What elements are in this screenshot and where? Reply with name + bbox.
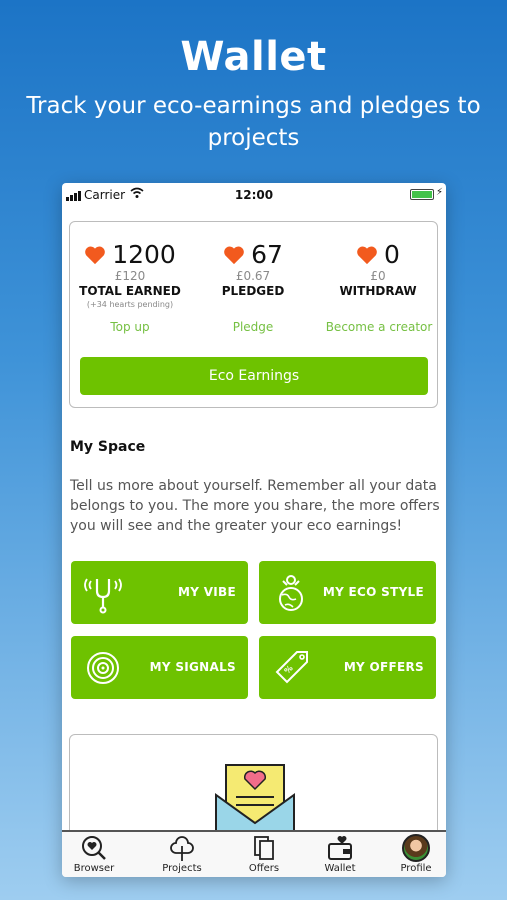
tab-offers[interactable]: Offers — [234, 834, 294, 874]
eco-earnings-button[interactable]: Eco Earnings — [80, 357, 428, 395]
my-space-description: Tell us more about yourself. Remember al… — [70, 478, 440, 534]
my-signals-tile[interactable]: MY SIGNALS — [71, 636, 248, 699]
tab-label: Wallet — [324, 863, 356, 874]
stat-value: 0 — [384, 240, 400, 269]
heart-icon — [357, 246, 377, 264]
tab-browser[interactable]: Browser — [64, 834, 124, 874]
wallet-heart-icon — [328, 836, 352, 860]
stat-label: PLEDGED — [221, 284, 285, 298]
my-vibe-tile[interactable]: MY VIBE — [71, 561, 248, 624]
tile-label: MY ECO STYLE — [322, 585, 424, 599]
stat-total-earned: 1200 £120 TOTAL EARNED (+34 hearts pendi… — [70, 240, 190, 309]
stat-money: £0 — [370, 269, 386, 283]
become-creator-link[interactable]: Become a creator — [320, 320, 438, 334]
promo-card — [69, 734, 438, 844]
my-eco-style-tile[interactable]: MY ECO STYLE — [259, 561, 436, 624]
stat-label: TOTAL EARNED — [79, 284, 181, 298]
tile-label: MY SIGNALS — [149, 660, 236, 674]
status-bar: Carrier 12:00 ⚡ — [62, 183, 446, 207]
battery-icon — [410, 189, 434, 200]
tab-bar: Browser Projects Offers Wallet Profile — [62, 830, 446, 877]
my-offers-tile[interactable]: % MY OFFERS — [259, 636, 436, 699]
heart-icon — [224, 246, 244, 264]
stat-withdraw: 0 £0 WITHDRAW — [318, 240, 438, 298]
top-up-link[interactable]: Top up — [70, 320, 190, 334]
charging-icon: ⚡ — [435, 187, 443, 198]
tab-label: Projects — [162, 863, 202, 874]
signal-rings-icon — [87, 652, 119, 684]
stat-label: WITHDRAW — [339, 284, 417, 298]
hero-subtitle: Track your eco-earnings and pledges to p… — [26, 93, 481, 151]
tile-label: MY OFFERS — [343, 660, 424, 674]
globe-person-icon — [279, 575, 303, 611]
phone-screen: Carrier 12:00 ⚡ 1200 £120 TOTAL EARNED (… — [62, 183, 446, 877]
heart-search-icon — [82, 836, 106, 860]
pledge-link[interactable]: Pledge — [193, 320, 313, 334]
tab-label: Offers — [248, 863, 280, 874]
stat-value: 67 — [251, 240, 283, 269]
tree-icon — [170, 836, 194, 861]
wallet-summary-card: 1200 £120 TOTAL EARNED (+34 hearts pendi… — [69, 221, 438, 408]
heart-icon — [85, 246, 106, 264]
stat-value: 1200 — [112, 240, 176, 269]
stat-money: £0.67 — [235, 269, 271, 283]
tag-icon: % — [275, 651, 308, 684]
stat-money: £120 — [114, 269, 146, 283]
tuning-fork-icon — [84, 578, 122, 614]
tab-profile[interactable]: Profile — [386, 834, 446, 874]
tab-wallet[interactable]: Wallet — [310, 834, 370, 874]
stat-note: (+34 hearts pending) — [86, 300, 174, 309]
hero-title: Wallet — [180, 34, 327, 80]
tab-projects[interactable]: Projects — [152, 834, 212, 874]
my-space-heading: My Space — [70, 439, 146, 455]
tab-label: Profile — [400, 863, 432, 874]
tab-label: Browser — [73, 863, 115, 874]
tile-label: MY VIBE — [177, 585, 236, 599]
clock: 12:00 — [234, 188, 274, 202]
documents-icon — [254, 836, 274, 860]
avatar — [402, 834, 430, 862]
stat-pledged: 67 £0.67 PLEDGED — [193, 240, 313, 298]
